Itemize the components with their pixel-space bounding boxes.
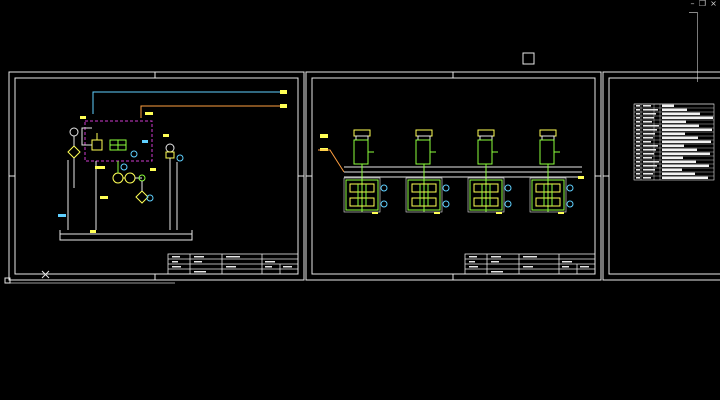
return-line	[140, 105, 282, 118]
parts-list-table[interactable]	[633, 103, 715, 181]
supply-line	[318, 149, 345, 173]
oil-tank	[59, 230, 193, 241]
cursor-pickbox	[522, 52, 535, 65]
pump-station-schematic[interactable]	[58, 90, 287, 241]
return-port-label	[280, 104, 287, 108]
parts-list-sheet[interactable]	[602, 71, 720, 281]
sheet1-inner-frame	[14, 77, 299, 275]
ucs-icon	[4, 270, 175, 284]
valve-manifold-schematic[interactable]	[318, 129, 584, 214]
sheet2-inner-frame	[311, 77, 596, 275]
relief-valve[interactable]	[91, 133, 103, 151]
motor-pump[interactable]	[112, 172, 136, 184]
hydraulic-pump-station-sheet[interactable]	[4, 71, 305, 284]
sheet1-outer-frame	[8, 71, 305, 281]
pressure-port-label	[280, 90, 287, 94]
pressure-line	[92, 91, 282, 114]
gauge-icon	[146, 194, 154, 202]
valve-manifold-sheet[interactable]	[305, 71, 602, 281]
directional-valve[interactable]	[109, 139, 127, 151]
accumulator-icon	[69, 127, 79, 137]
sheet2-outer-frame	[305, 71, 602, 281]
sheet1-center-marks	[9, 72, 304, 280]
sheet2-center-marks	[306, 72, 601, 280]
filter-icon	[67, 145, 81, 159]
level-gauge-icon	[165, 143, 175, 153]
cad-viewport[interactable]: – ❐ ×	[0, 0, 720, 400]
pressure-gauge-icon	[130, 150, 138, 158]
return-filter-icon	[135, 190, 149, 204]
pilot-line	[81, 127, 92, 146]
supply-label	[320, 134, 328, 138]
drawing-canvas[interactable]	[0, 0, 720, 400]
